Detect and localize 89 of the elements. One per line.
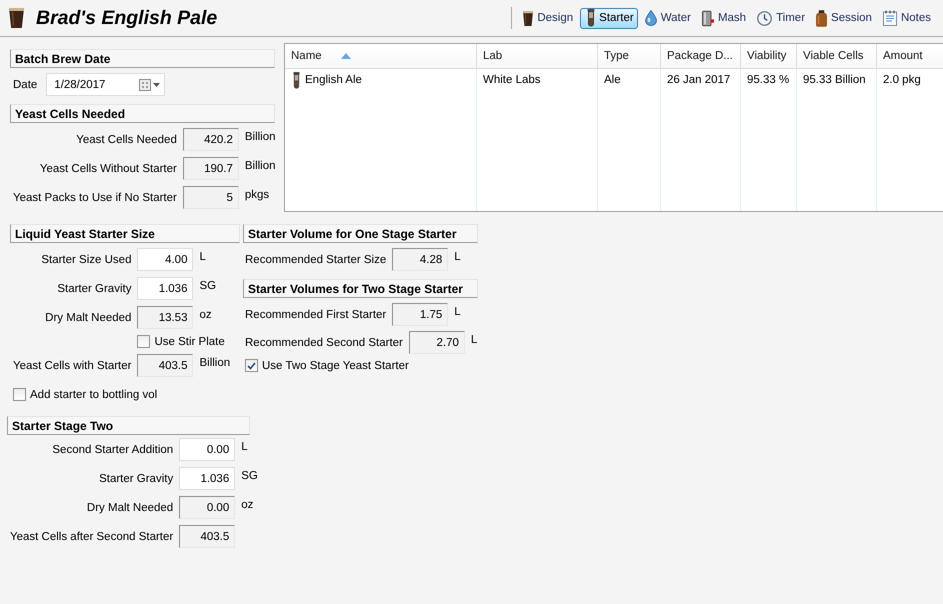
unit-label: Billion: [199, 356, 230, 369]
input-field[interactable]: 1.036: [179, 467, 236, 490]
table-cell-text: White Labs: [482, 73, 542, 88]
value-field: 403.5: [179, 525, 236, 548]
jar-icon: [816, 10, 828, 26]
value-field: 190.7: [182, 157, 239, 180]
field-label: Starter Size Used: [41, 254, 132, 266]
table-cell-text: 95.33 Billion: [802, 73, 867, 88]
checkbox[interactable]: [13, 388, 26, 401]
caret-icon[interactable]: [153, 82, 160, 86]
field-label: Yeast Packs to Use if No Starter: [13, 192, 177, 204]
unit-label: L: [454, 250, 461, 263]
tank-icon: [702, 10, 714, 26]
field-label: Yeast Cells after Second Starter: [10, 530, 174, 542]
checkbox-label: Add starter to bottling vol: [30, 388, 158, 400]
check-icon: [247, 362, 256, 370]
field-label: Recommended Second Starter: [245, 336, 403, 348]
field-label: Second Starter Addition: [52, 444, 174, 456]
section-header: Starter Stage Two: [7, 416, 250, 435]
toolbar-button[interactable]: Mash: [698, 8, 750, 28]
unit-label: SG: [241, 469, 258, 482]
field-label: Recommended Starter Size: [245, 254, 386, 266]
field-label: Starter Gravity: [99, 472, 174, 484]
test-tube-icon: [293, 72, 300, 88]
value-field: 420.2: [182, 128, 239, 151]
column-header[interactable]: Package D...: [661, 44, 741, 69]
field-label: Starter Gravity: [57, 282, 132, 294]
unit-label: L: [470, 333, 478, 346]
unit-label: SG: [199, 279, 218, 292]
field-label: Dry Malt Needed: [86, 502, 174, 514]
toolbar-button[interactable]: Session: [812, 8, 876, 28]
unit-label: L: [199, 250, 207, 263]
section-header: Batch Brew Date: [10, 49, 275, 68]
table-cell-text: 95.33 %: [746, 73, 790, 88]
input-field[interactable]: 0.00: [179, 438, 236, 461]
value-field: 403.5: [137, 354, 194, 377]
checkbox-label: Use Two Stage Yeast Starter: [262, 360, 409, 372]
section-header: Yeast Cells Needed: [10, 104, 275, 123]
column-header[interactable]: Name: [285, 44, 477, 69]
sort-ascending-icon: [340, 53, 351, 59]
field-label: Dry Malt Needed: [45, 312, 132, 324]
toolbar-button[interactable]: Notes: [878, 8, 935, 28]
section-header: Starter Volume for One Stage Starter: [243, 224, 478, 243]
unit-label: Billion: [244, 159, 276, 172]
field-label: Recommended First Starter: [245, 308, 386, 320]
pint-glass-icon: [9, 8, 24, 28]
toolbar-button[interactable]: Design: [519, 8, 578, 28]
table-cell-text: 26 Jan 2017: [666, 73, 732, 88]
toolbar-button[interactable]: Starter: [580, 8, 638, 28]
clock-icon: [757, 10, 772, 26]
value-field: 1.75: [392, 303, 448, 326]
value-field: 2.70: [408, 331, 465, 354]
recipe-title: Brad's English Pale: [36, 6, 218, 30]
field-label: Yeast Cells Needed: [76, 134, 177, 146]
column-header[interactable]: Type: [598, 44, 661, 69]
input-field[interactable]: 4.00: [137, 248, 194, 271]
toolbar-button[interactable]: Timer: [753, 8, 810, 28]
water-drop-icon: [644, 10, 657, 26]
value-field: 5: [182, 186, 239, 209]
unit-label: Billion: [244, 130, 276, 143]
field-label: Date: [13, 78, 38, 90]
calendar-icon[interactable]: [139, 78, 152, 90]
value-field: 4.28: [392, 248, 448, 271]
table-cell-text: Ale: [603, 73, 622, 88]
toolbar-button[interactable]: Water: [640, 8, 695, 28]
checkbox-label: Use Stir Plate: [154, 336, 225, 348]
column-header[interactable]: Viability: [741, 44, 797, 69]
unit-label: oz: [241, 498, 254, 511]
input-field[interactable]: 1.036: [137, 277, 194, 300]
field-label: Yeast Cells with Starter: [13, 360, 132, 372]
checkbox[interactable]: [137, 335, 150, 348]
unit-label: L: [454, 305, 461, 318]
test-tube-icon: [587, 9, 596, 27]
checkbox[interactable]: [245, 359, 258, 372]
unit-label: oz: [199, 308, 213, 321]
date-picker[interactable]: 1/28/2017: [46, 73, 166, 96]
notepad-icon: [882, 10, 897, 26]
section-header: Starter Volumes for Two Stage Starter: [243, 279, 478, 298]
unit-label: L: [241, 440, 249, 453]
unit-label: pkgs: [244, 188, 270, 201]
column-header[interactable]: Lab: [477, 44, 598, 69]
table-cell-text: 2.0 pkg: [882, 73, 922, 88]
table-cell: English Ale: [305, 74, 362, 86]
field-label: Yeast Cells Without Starter: [40, 162, 177, 174]
pint-glass-icon: [523, 10, 534, 26]
value-field: 0.00: [179, 496, 236, 519]
section-header: Liquid Yeast Starter Size: [10, 224, 240, 243]
value-field: 13.53: [137, 306, 194, 329]
column-header[interactable]: Viable Cells: [797, 44, 877, 69]
